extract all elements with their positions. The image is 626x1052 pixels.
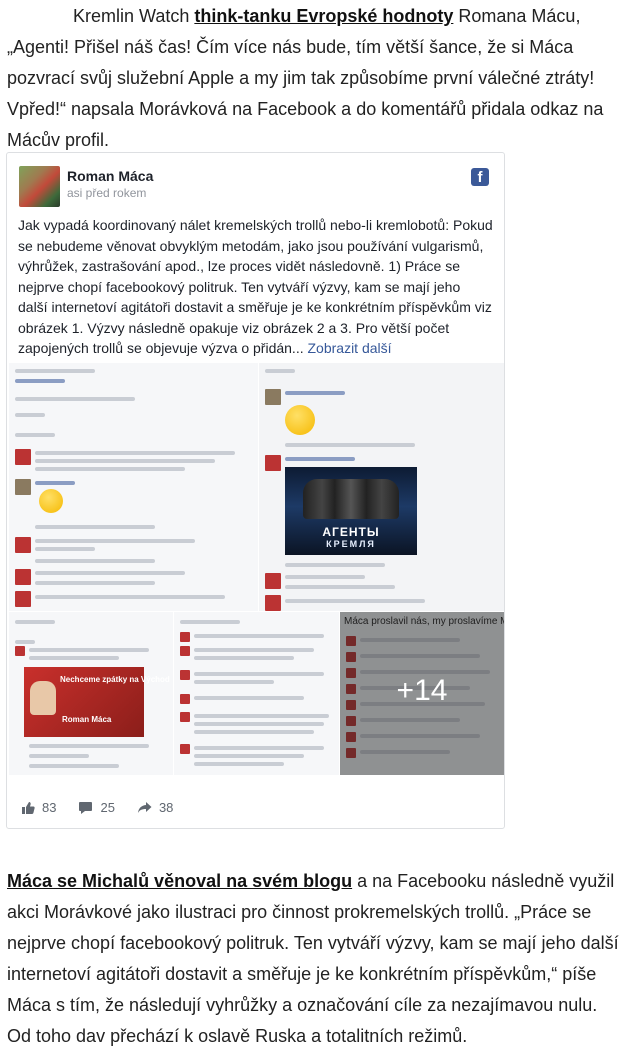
think-tank-link[interactable]: think-tanku Evropské hodnoty xyxy=(194,6,453,26)
post-text: Jak vypadá koordinovaný nálet kremelskýc… xyxy=(18,215,493,359)
comments-count: 25 xyxy=(100,800,115,815)
like-icon xyxy=(22,801,35,814)
show-more-link[interactable]: Zobrazit další xyxy=(308,340,392,356)
share-icon xyxy=(137,801,152,813)
post-body: Jak vypadá koordinovaný nálet kremelskýc… xyxy=(18,217,493,356)
post-stats: 83 25 38 xyxy=(21,800,195,815)
comment-icon xyxy=(79,801,93,814)
shares-count: 38 xyxy=(158,800,174,815)
blog-link[interactable]: Máca se Michalů věnoval na svém blogu xyxy=(7,871,352,891)
para2-text: a na Facebooku následně využil akci Morá… xyxy=(7,871,619,1046)
article-paragraph-1: Kremlin Watch think-tanku Evropské hodno… xyxy=(7,1,622,156)
comments-stat[interactable]: 25 xyxy=(78,800,115,815)
facebook-embed: Roman Máca asi před rokem f Jak vypadá k… xyxy=(6,152,505,829)
post-time[interactable]: asi před rokem xyxy=(67,186,146,200)
agents-of-kremlin-image: АГЕНТЫ КРЕМЛЯ xyxy=(285,467,417,555)
photo-3[interactable]: Nechceme zpátky na Východ Roman Máca xyxy=(9,612,173,775)
more-photos-count: +14 xyxy=(396,674,448,707)
author-avatar[interactable] xyxy=(19,166,60,207)
photo-1[interactable] xyxy=(9,363,258,611)
shares-stat[interactable]: 38 xyxy=(137,800,173,815)
facebook-logo-icon[interactable]: f xyxy=(471,168,489,186)
likes-stat[interactable]: 83 xyxy=(21,800,56,815)
agents-title: АГЕНТЫ xyxy=(322,525,380,539)
agents-subtitle: КРЕМЛЯ xyxy=(326,539,376,549)
photo-4[interactable] xyxy=(174,612,339,775)
photo-5-more[interactable]: Máca proslavil nás, my proslavíme Mácu. … xyxy=(340,612,504,775)
photo-grid: АГЕНТЫ КРЕМЛЯ Nechceme zpátky na Východ … xyxy=(9,363,504,775)
banner-title: Nechceme zpátky na Východ xyxy=(60,675,170,684)
banner-image: Nechceme zpátky na Východ Roman Máca xyxy=(24,667,170,737)
para1-intro: Kremlin Watch xyxy=(73,6,195,26)
photo-2[interactable]: АГЕНТЫ КРЕМЛЯ xyxy=(259,363,504,611)
author-name[interactable]: Roman Máca xyxy=(67,168,153,184)
para1-text: Romana Mácu, „Agenti! Přišel náš čas! Čí… xyxy=(7,6,604,150)
banner-name: Roman Máca xyxy=(62,715,112,724)
article-paragraph-2: Máca se Michalů věnoval na svém blogu a … xyxy=(7,866,622,1052)
likes-count: 83 xyxy=(42,800,57,815)
